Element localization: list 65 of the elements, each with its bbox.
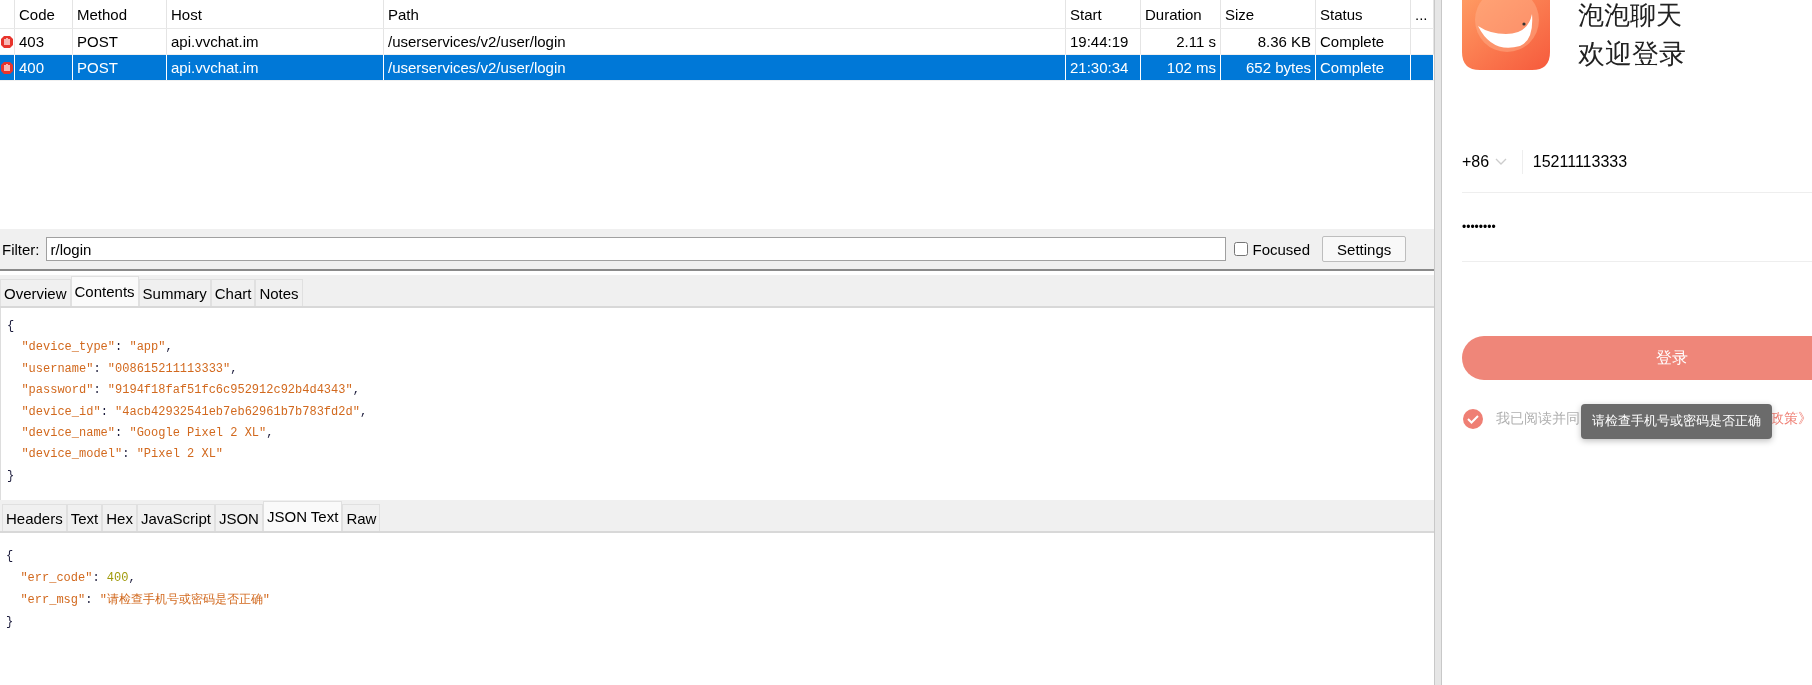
chevron-down-icon xyxy=(1495,158,1508,166)
table-cell: /userservices/v2/user/login xyxy=(384,29,1066,54)
agree-checkbox[interactable] xyxy=(1462,408,1484,430)
code-line: "device_id": "4acb42932541eb7eb62961b7b783fd2d", xyxy=(20,403,369,421)
table-cell: 403 xyxy=(15,29,73,54)
code-line: } xyxy=(7,467,16,485)
error-toast: 请检查手机号或密码是否正确 xyxy=(1581,404,1772,439)
tab[interactable]: Overview xyxy=(0,279,71,306)
table-cell: 102 ms xyxy=(1141,55,1221,80)
table-cell: Complete xyxy=(1316,29,1411,54)
tab[interactable]: Text xyxy=(66,504,103,531)
password-field[interactable]: •••••••• xyxy=(1462,193,1812,262)
settings-button[interactable]: Settings xyxy=(1322,236,1407,262)
column-header[interactable]: Size xyxy=(1221,0,1316,28)
column-header[interactable]: Start xyxy=(1066,0,1141,28)
table-cell: 2.11 s xyxy=(1141,29,1221,54)
code-line: "device_name": "Google Pixel 2 XL", xyxy=(20,424,275,442)
table-cell: 21:30:34 xyxy=(1066,55,1141,80)
column-header[interactable]: Path xyxy=(384,0,1066,28)
error-icon xyxy=(0,60,14,75)
focused-checkbox[interactable] xyxy=(1233,242,1248,256)
tab[interactable]: Headers xyxy=(2,504,67,531)
column-header[interactable]: Method xyxy=(73,0,167,28)
code-line: "err_msg": "请检查手机号或密码是否正确" xyxy=(19,592,272,609)
agreement-text: 我已阅读并同 xyxy=(1496,410,1580,428)
code-line: "err_code": 400, xyxy=(19,570,137,587)
column-header[interactable]: Code xyxy=(15,0,73,28)
tab[interactable]: Raw xyxy=(342,504,381,531)
splitter-bar[interactable] xyxy=(1434,0,1442,685)
country-code-dropdown[interactable]: +86 xyxy=(1462,153,1518,171)
filter-label: Filter: xyxy=(2,240,40,258)
column-header[interactable]: Host xyxy=(167,0,384,28)
welcome-heading: 欢迎登录 xyxy=(1578,37,1686,71)
code-line: "password": "9194f18faf51fc6c952912c92b4d4343", xyxy=(20,382,361,400)
code-line: "device_model": "Pixel 2 XL" xyxy=(20,446,225,464)
table-cell: 19:44:19 xyxy=(1066,29,1141,54)
table-cell: api.vvchat.im xyxy=(167,29,384,54)
app-title: 泡泡聊天 xyxy=(1578,0,1683,30)
filter-field[interactable]: r/login xyxy=(45,237,1226,261)
tab[interactable]: Hex xyxy=(102,504,137,531)
code-line: } xyxy=(6,614,15,631)
tab[interactable]: Summary xyxy=(138,279,211,306)
tab[interactable]: JSON Text xyxy=(262,501,343,531)
phone-field[interactable]: 15211113333 xyxy=(1532,153,1812,171)
table-cell: 400 xyxy=(15,55,73,80)
column-header[interactable]: Status xyxy=(1316,0,1411,28)
code-line: "device_type": "app", xyxy=(20,339,174,357)
code-line: { xyxy=(7,318,16,335)
tab[interactable]: JSON xyxy=(214,504,263,531)
table-row[interactable]: 400 POST api.vvchat.im /userservices/v2/user/login 21:30:34 102 ms 652 bytes Complete xyxy=(0,55,1434,81)
column-header[interactable]: Duration xyxy=(1141,0,1221,28)
table-cell: POST xyxy=(73,55,167,80)
table-cell: 652 bytes xyxy=(1221,55,1316,80)
table-cell: Complete xyxy=(1316,55,1411,80)
tab[interactable]: Contents xyxy=(70,276,139,306)
table-cell: api.vvchat.im xyxy=(167,55,384,80)
focused-label: Focused xyxy=(1252,240,1311,258)
table-cell: 8.36 KB xyxy=(1221,29,1316,54)
code-line: { xyxy=(6,548,15,565)
table-cell: POST xyxy=(73,29,167,54)
table-cell: /userservices/v2/user/login xyxy=(384,55,1066,80)
tab[interactable]: Notes xyxy=(255,279,303,306)
tab[interactable]: Chart xyxy=(210,279,256,306)
tab[interactable]: JavaScript xyxy=(136,504,215,531)
code-line: "username": "008615211113333", xyxy=(20,360,239,378)
